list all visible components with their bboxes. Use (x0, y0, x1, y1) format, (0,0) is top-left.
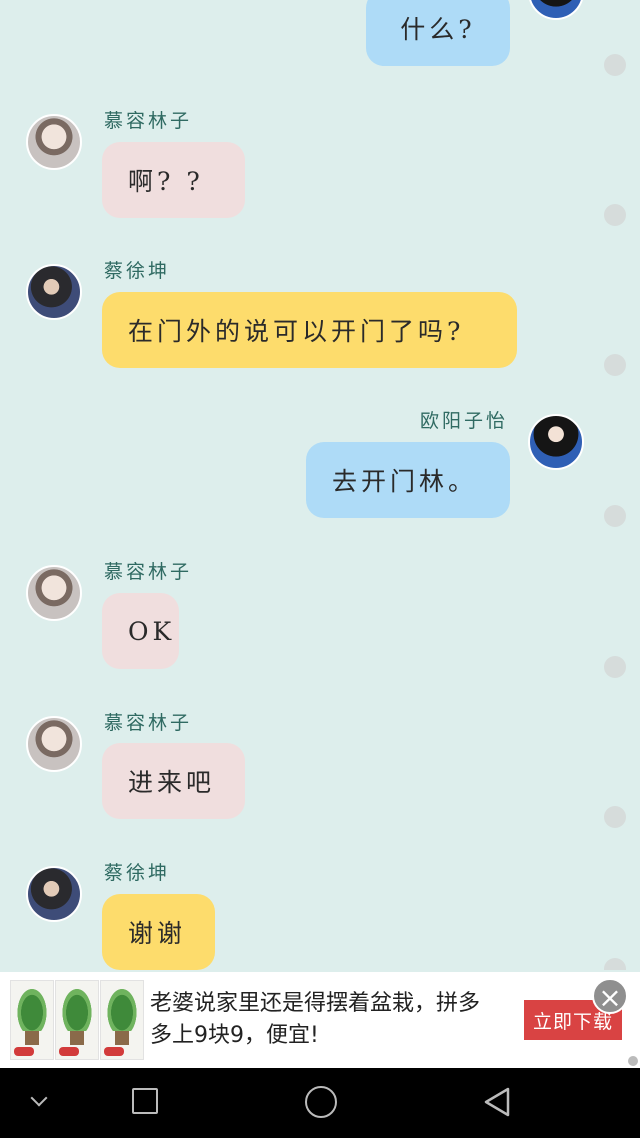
avatar-cai-xukun[interactable] (26, 264, 82, 320)
ad-product-image[interactable] (10, 980, 54, 1060)
message-bubble[interactable]: 谢谢 (102, 894, 215, 970)
message-text: 啊? ? (128, 167, 204, 196)
close-icon[interactable]: × (592, 978, 628, 1014)
chat-message-list[interactable]: 什么? 慕容林子 啊? ? 蔡徐坤 在门外的说可以开门了吗? 欧阳子怡 去开门林… (0, 0, 640, 970)
ad-product-image[interactable] (55, 980, 99, 1060)
message-text: 进来吧 (128, 768, 216, 797)
pot-icon (70, 1031, 84, 1045)
message-bubble[interactable]: 啊? ? (102, 142, 245, 218)
price-tag-icon (14, 1047, 34, 1056)
message-text: 什么? (400, 15, 476, 44)
message-bubble[interactable]: 进来吧 (102, 743, 245, 819)
ad-product-image[interactable] (100, 980, 144, 1060)
pot-icon (25, 1031, 39, 1045)
back-icon[interactable] (482, 1086, 512, 1118)
plant-icon (60, 985, 94, 1031)
sender-name: 慕容林子 (104, 712, 193, 734)
message-text: OK (128, 616, 176, 646)
message-bubble[interactable]: OK (102, 593, 179, 669)
message-bubble[interactable]: 在门外的说可以开门了吗? (102, 292, 517, 368)
home-icon[interactable] (305, 1086, 337, 1118)
message-status-dot (604, 354, 626, 376)
sender-name: 蔡徐坤 (104, 260, 171, 282)
sender-name: 欧阳子怡 (420, 410, 509, 432)
ad-text[interactable]: 老婆说家里还是得摆着盆栽，拼多多上9块9，便宜! (150, 988, 490, 1052)
price-tag-icon (104, 1047, 124, 1056)
message-status-dot (604, 806, 626, 828)
ad-banner[interactable]: 老婆说家里还是得摆着盆栽，拼多多上9块9，便宜! 立即下载 × (0, 972, 640, 1068)
recent-apps-icon[interactable] (132, 1088, 158, 1114)
plant-icon (105, 985, 139, 1031)
avatar-cai-xukun[interactable] (26, 866, 82, 922)
message-status-dot (604, 656, 626, 678)
avatar-murong-linzi[interactable] (26, 565, 82, 621)
sender-name: 蔡徐坤 (104, 862, 171, 884)
message-status-dot (604, 505, 626, 527)
message-text: 谢谢 (128, 919, 187, 948)
message-bubble[interactable]: 去开门林。 (306, 442, 510, 518)
ad-info-icon[interactable] (628, 1056, 638, 1066)
system-navigation-bar (0, 1068, 640, 1138)
message-status-dot (604, 204, 626, 226)
avatar-ouyang-ziyi[interactable] (528, 0, 584, 20)
message-status-dot (604, 54, 626, 76)
price-tag-icon (59, 1047, 79, 1056)
sender-name: 慕容林子 (104, 561, 193, 583)
message-text: 在门外的说可以开门了吗? (128, 317, 465, 346)
sender-name: 慕容林子 (104, 110, 193, 132)
message-text: 去开门林。 (332, 467, 478, 496)
avatar-ouyang-ziyi[interactable] (528, 414, 584, 470)
message-status-dot (604, 958, 626, 970)
message-bubble[interactable]: 什么? (366, 0, 510, 66)
avatar-murong-linzi[interactable] (26, 114, 82, 170)
avatar-murong-linzi[interactable] (26, 716, 82, 772)
pot-icon (115, 1031, 129, 1045)
chevron-down-icon[interactable] (30, 1089, 48, 1107)
plant-icon (15, 985, 49, 1031)
